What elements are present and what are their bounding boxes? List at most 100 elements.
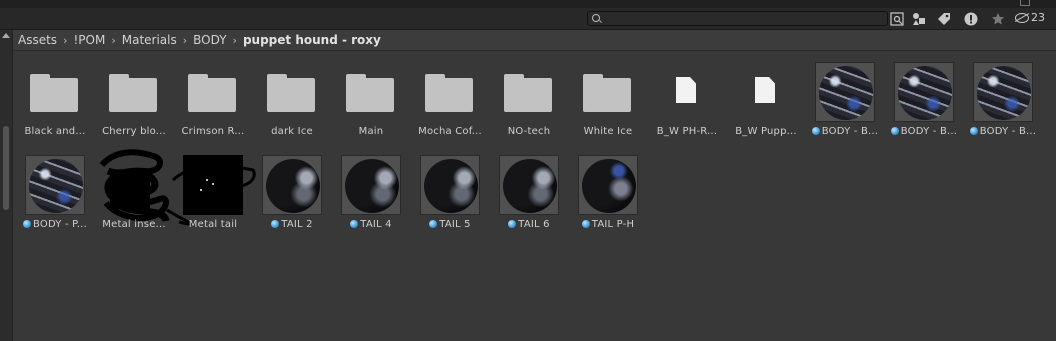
material-preview-icon [341, 155, 401, 215]
hidden-count-label: 23 [1031, 11, 1045, 24]
item-label: TAIL 4 [329, 219, 413, 230]
chevron-right-icon: › [182, 33, 188, 47]
item-label-text: Main [358, 126, 384, 137]
hidden-packages-toggle[interactable]: 23 [1015, 11, 1045, 24]
filter-by-type-icon[interactable] [910, 10, 928, 27]
search-by-type-icon[interactable] [888, 10, 906, 27]
material-preview-icon [262, 155, 322, 215]
material-preview-icon [499, 155, 559, 215]
window-tab-edge[interactable] [1020, 0, 1030, 6]
item-label-text: BODY - B... [979, 126, 1037, 137]
folder-item[interactable]: Cherry blo... [92, 62, 168, 148]
top-window-strip [0, 0, 1056, 8]
material-item[interactable]: BODY - B... [882, 62, 958, 148]
item-label-text: Black and... [24, 126, 86, 137]
item-label-text: TAIL 6 [518, 219, 550, 230]
folder-item[interactable]: Main [329, 62, 405, 148]
breadcrumb-current-folder[interactable]: puppet hound - roxy [241, 33, 383, 47]
item-label-text: B_W Pupp... [735, 126, 797, 137]
item-label: B_W Pupp... [724, 126, 808, 137]
error-filter-icon[interactable] [962, 10, 980, 27]
file-item[interactable]: B_W Pupp... [724, 62, 800, 148]
search-input[interactable] [587, 11, 888, 26]
item-label: BODY - B... [961, 126, 1045, 137]
material-item[interactable]: BODY - B... [961, 62, 1037, 148]
folder-icon [499, 62, 559, 122]
material-item[interactable]: TAIL 2 [250, 155, 326, 241]
breadcrumb-pom[interactable]: !POM [71, 33, 107, 47]
material-type-icon [23, 220, 31, 228]
item-label: Crimson R... [171, 126, 255, 137]
file-item[interactable]: B_W PH-R... [645, 62, 721, 148]
material-type-icon [969, 127, 978, 135]
breadcrumb-assets[interactable]: Assets [16, 33, 59, 47]
item-label-text: NO-tech [507, 126, 551, 137]
folder-item[interactable]: Crimson R... [171, 62, 247, 148]
material-preview-icon [894, 62, 954, 122]
material-item[interactable]: TAIL 5 [408, 155, 484, 241]
material-preview-icon [973, 62, 1033, 122]
folder-item[interactable]: NO-tech [487, 62, 563, 148]
item-label: dark Ice [250, 126, 334, 137]
item-label-text: TAIL 2 [281, 219, 313, 230]
item-label-text: BODY - P... [33, 219, 87, 230]
material-item[interactable]: BODY - B... [803, 62, 879, 148]
folder-icon [183, 62, 243, 122]
material-preview-icon [815, 62, 875, 122]
favorite-star-icon[interactable] [989, 10, 1007, 27]
item-label: Black and... [13, 126, 97, 137]
redacted-thumbnail-icon [166, 155, 256, 226]
item-label: B_W PH-R... [645, 126, 729, 137]
material-item[interactable]: TAIL 4 [329, 155, 405, 241]
chevron-right-icon: › [63, 33, 68, 47]
folder-tree-scrollbar[interactable] [0, 30, 13, 341]
material-item[interactable]: Metal tail [166, 155, 256, 241]
folder-item[interactable]: Black and... [13, 62, 89, 148]
material-item[interactable]: Metal inse... [92, 149, 170, 241]
material-type-icon [811, 127, 820, 135]
item-label-text: White Ice [583, 126, 633, 137]
item-label-text: TAIL 5 [439, 219, 471, 230]
item-label: BODY - P... [13, 219, 97, 230]
item-label: TAIL 2 [250, 219, 334, 230]
folder-icon [420, 62, 480, 122]
material-type-icon [429, 220, 438, 228]
item-label-text: B_W PH-R... [656, 126, 718, 137]
item-label: Main [329, 126, 413, 137]
item-label-text: TAIL 4 [360, 219, 392, 230]
scroll-up-arrow-icon[interactable] [2, 33, 10, 38]
material-type-icon [350, 220, 359, 228]
chevron-right-icon: › [111, 33, 116, 47]
material-type-icon [581, 220, 590, 228]
item-label-text: Mocha Cof... [418, 126, 482, 137]
material-item[interactable]: BODY - P... [13, 155, 89, 241]
item-label-text: dark Ice [271, 126, 313, 137]
folder-icon [578, 62, 638, 122]
material-type-icon [508, 220, 517, 228]
item-label-text: Cherry blo... [102, 126, 166, 137]
item-label: TAIL P-H [566, 219, 650, 230]
scrollbar-thumb[interactable] [3, 126, 9, 210]
folder-item[interactable]: Mocha Cof... [408, 62, 484, 148]
folder-item[interactable]: dark Ice [250, 62, 326, 148]
item-label-text: BODY - B... [821, 126, 879, 137]
item-label-text: Metal inse... [102, 219, 166, 230]
breadcrumb-body[interactable]: BODY [191, 33, 228, 47]
material-item[interactable]: TAIL 6 [487, 155, 563, 241]
item-label: BODY - B... [803, 126, 887, 137]
breadcrumb-materials[interactable]: Materials [120, 33, 179, 47]
redacted-thumbnail-icon [99, 149, 170, 223]
folder-icon [262, 62, 322, 122]
file-icon [657, 62, 717, 122]
chevron-right-icon: › [232, 33, 237, 47]
item-label-text: Crimson R... [181, 126, 245, 137]
item-label: TAIL 5 [408, 219, 492, 230]
folder-item[interactable]: White Ice [566, 62, 642, 148]
material-item[interactable]: TAIL P-H [566, 155, 642, 241]
item-label-text: Metal tail [188, 219, 238, 230]
item-label: TAIL 6 [487, 219, 571, 230]
search-icon [592, 14, 600, 22]
item-label: White Ice [566, 126, 650, 137]
hidden-packages-icon [1015, 13, 1029, 23]
label-icon[interactable] [935, 10, 953, 27]
